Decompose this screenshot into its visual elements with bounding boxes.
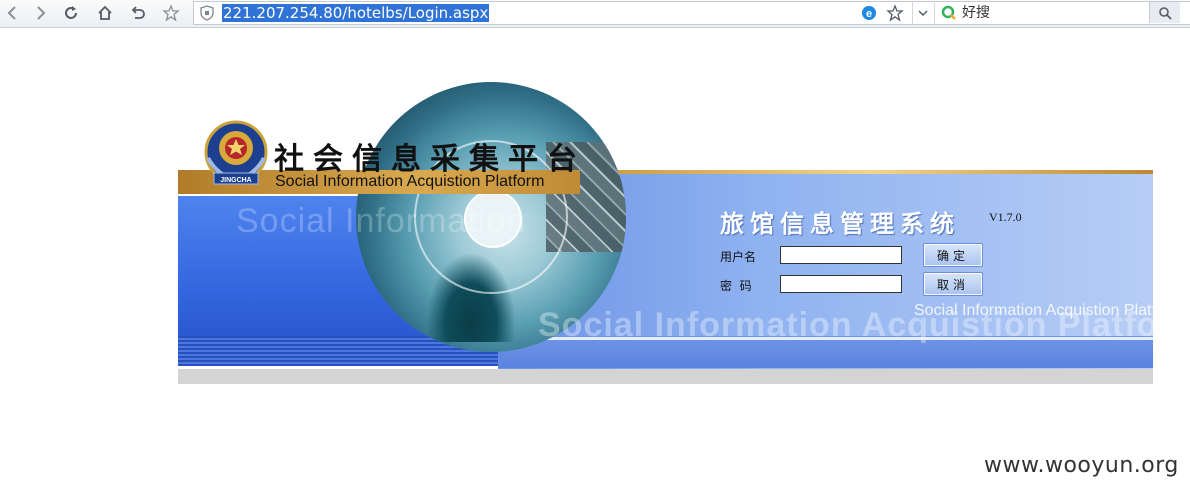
address-bar[interactable]: 221.207.254.80/hotelbs/Login.aspx e 好搜 bbox=[193, 1, 1190, 25]
dropdown-icon[interactable] bbox=[912, 2, 933, 24]
ie-icon[interactable]: e bbox=[860, 4, 878, 22]
watermark-left-text: Social Information bbox=[236, 202, 527, 240]
username-input[interactable] bbox=[780, 246, 902, 264]
confirm-button[interactable]: 确定 bbox=[923, 243, 983, 267]
password-label: 密 码 bbox=[720, 279, 752, 293]
svg-text:e: e bbox=[866, 8, 872, 20]
cancel-button[interactable]: 取消 bbox=[923, 272, 983, 296]
site-watermark: www.wooyun.org bbox=[984, 453, 1179, 478]
url-text[interactable]: 221.207.254.80/hotelbs/Login.aspx bbox=[222, 4, 490, 22]
star-icon[interactable] bbox=[158, 0, 184, 26]
undo-icon[interactable] bbox=[125, 0, 151, 26]
version-label: V1.7.0 bbox=[989, 210, 1022, 224]
banner-gold-line bbox=[588, 170, 1153, 174]
search-box[interactable]: 好搜 bbox=[934, 1, 1190, 25]
forward-icon[interactable] bbox=[27, 0, 53, 26]
search-engine-label: 好搜 bbox=[962, 4, 990, 20]
search-icon[interactable] bbox=[1149, 2, 1180, 23]
search-logo-icon bbox=[941, 5, 956, 20]
favorite-icon[interactable] bbox=[886, 4, 904, 22]
banner-grey-band bbox=[178, 369, 1153, 384]
back-icon[interactable] bbox=[0, 0, 26, 26]
shield-icon bbox=[200, 5, 214, 21]
platform-subtitle: Social Information Acquistion Platform bbox=[275, 173, 545, 190]
emblem-text: JINGCHA bbox=[220, 177, 252, 184]
system-title: 旅馆信息管理系统 bbox=[720, 210, 960, 238]
username-label: 用户名 bbox=[720, 250, 757, 264]
platform-title: 社会信息采集平台 bbox=[274, 142, 586, 177]
reload-icon[interactable] bbox=[58, 0, 84, 26]
browser-toolbar: 221.207.254.80/hotelbs/Login.aspx e 好搜 bbox=[0, 0, 1190, 28]
police-emblem-icon: JINGCHA bbox=[204, 120, 268, 185]
home-icon[interactable] bbox=[92, 0, 118, 26]
watermark-small-text: Social Information Acquistion Platform bbox=[914, 302, 1184, 319]
login-banner: Social Information Social Information Ac… bbox=[178, 78, 1190, 384]
password-input[interactable] bbox=[780, 275, 902, 293]
